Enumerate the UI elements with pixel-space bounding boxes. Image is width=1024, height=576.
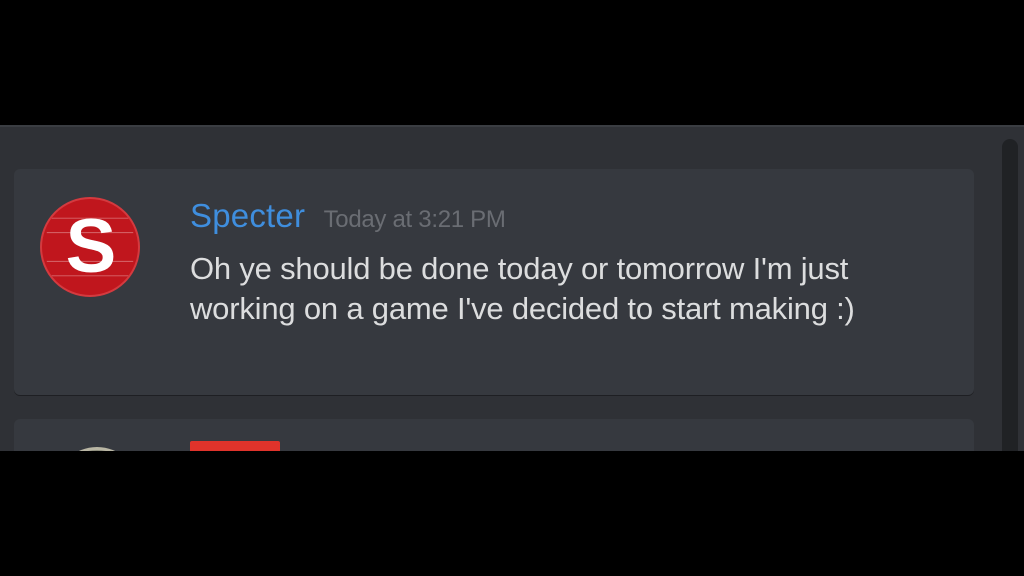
username[interactable] <box>190 441 280 451</box>
message-content: Oh ye should be done today or tomorrow I… <box>190 251 855 326</box>
scrollbar[interactable] <box>1002 139 1018 451</box>
message-header: Specter Today at 3:21 PM <box>190 197 506 235</box>
avatar-letter: S <box>65 204 117 289</box>
timestamp: Today at 3:21 PM <box>323 206 506 233</box>
chat-viewport: S Specter Today at 3:21 PM Oh ye should … <box>0 125 1024 451</box>
message-item[interactable]: S Specter Today at 3:21 PM Oh ye should … <box>14 169 974 395</box>
avatar[interactable] <box>54 447 140 451</box>
avatar[interactable]: S <box>40 197 140 297</box>
username[interactable]: Specter <box>190 197 305 234</box>
message-item[interactable] <box>14 419 974 451</box>
